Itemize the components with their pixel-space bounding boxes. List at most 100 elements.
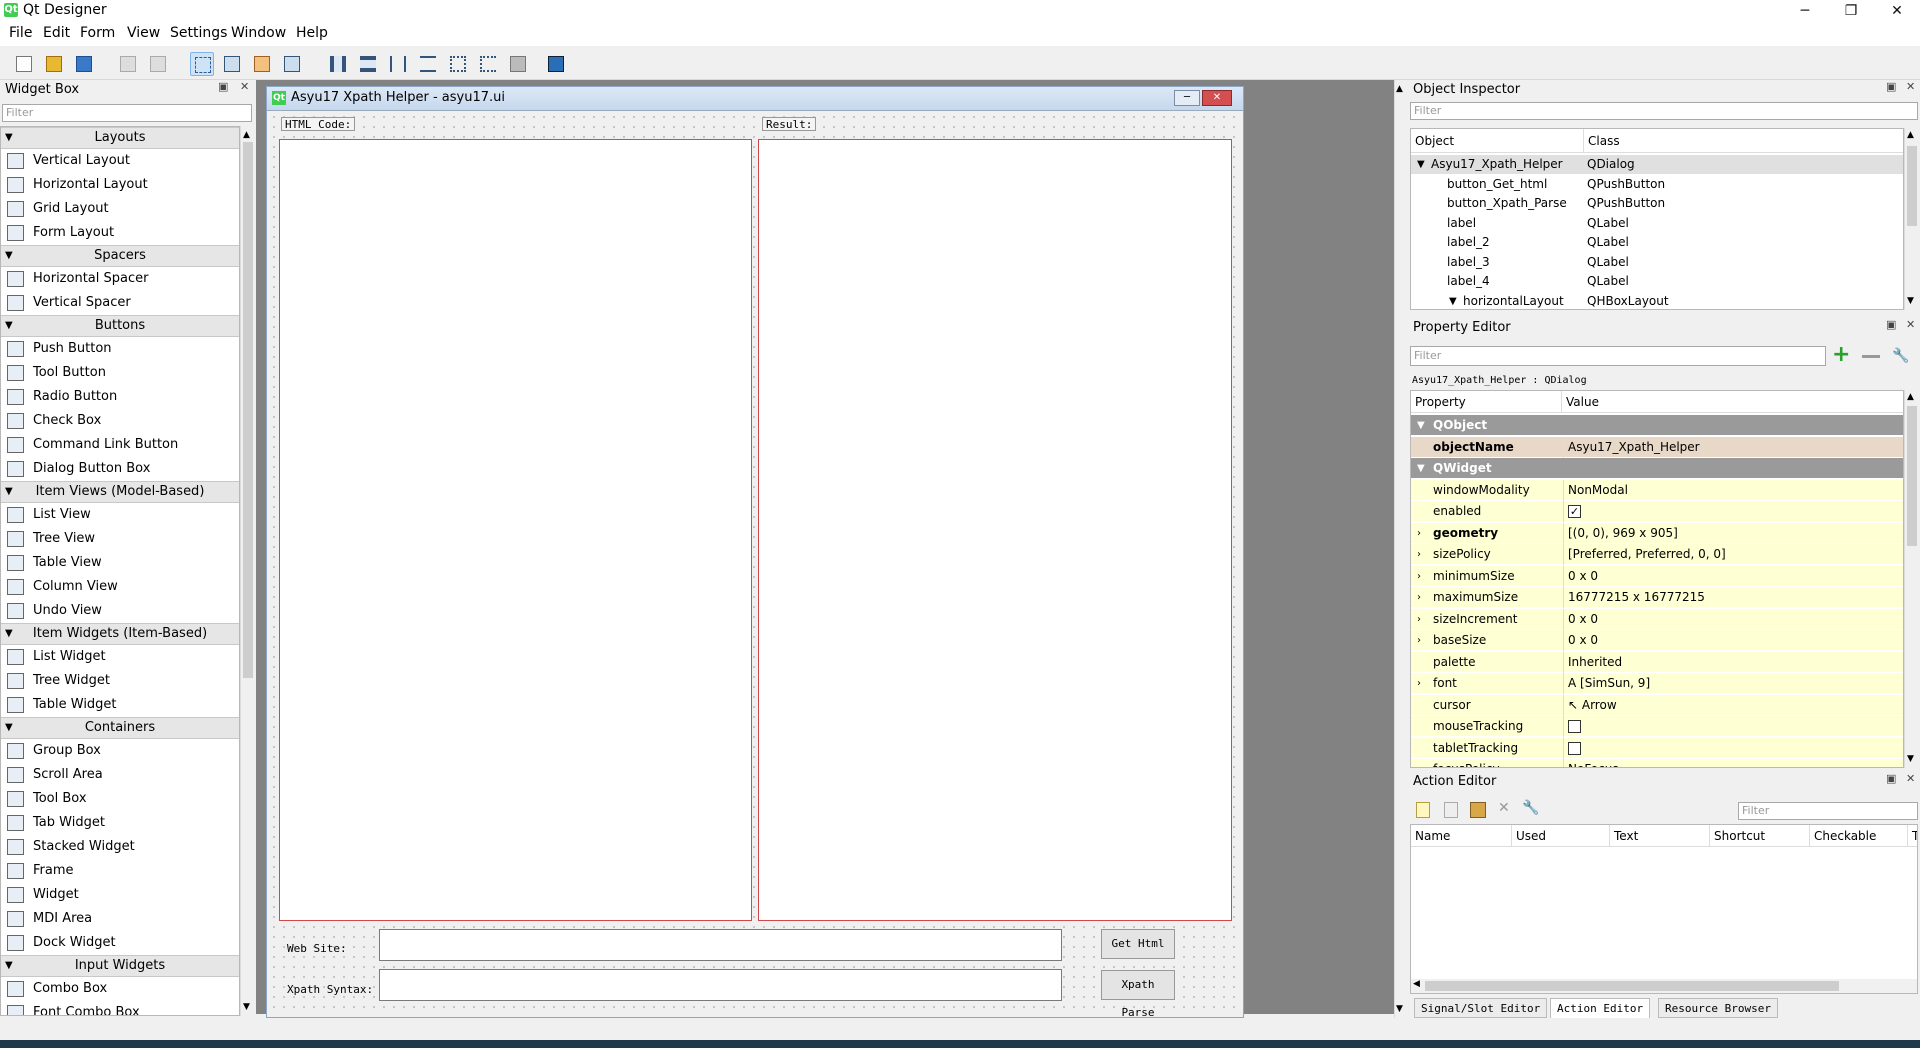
property-value[interactable]: A [SimSun, 9] xyxy=(1563,673,1650,694)
widget-item[interactable]: Widget xyxy=(1,883,239,907)
object-inspector-filter[interactable]: Filter xyxy=(1410,102,1918,120)
widget-item[interactable]: Column View xyxy=(1,575,239,599)
property-section[interactable]: ▼ QObject xyxy=(1411,415,1903,436)
col-shortcut[interactable]: Shortcut xyxy=(1709,825,1765,847)
widget-item[interactable]: Group Box xyxy=(1,739,239,763)
col-property[interactable]: Property xyxy=(1415,391,1466,413)
property-row[interactable]: › geometry [(0, 0), 969 x 905] xyxy=(1411,522,1903,544)
scroll-up-icon[interactable]: ▲ xyxy=(1396,84,1403,94)
close-icon[interactable]: ✕ xyxy=(240,80,249,93)
widget-item[interactable]: Table View xyxy=(1,551,239,575)
widget-item[interactable]: Tool Box xyxy=(1,787,239,811)
property-section[interactable]: ▼ QWidget xyxy=(1411,458,1903,479)
widget-item[interactable]: Scroll Area xyxy=(1,763,239,787)
widget-item[interactable]: Font Combo Box xyxy=(1,1001,239,1015)
float-icon[interactable]: ▣ xyxy=(218,80,228,93)
edit-widgets-icon[interactable] xyxy=(190,52,214,76)
menu-edit[interactable]: Edit xyxy=(43,25,70,41)
layout-vertical-splitter-icon[interactable] xyxy=(416,52,440,76)
tab-resource-browser[interactable]: Resource Browser xyxy=(1658,998,1778,1018)
property-checkbox[interactable] xyxy=(1568,741,1581,755)
chevron-down-icon[interactable]: ▼ xyxy=(1417,458,1425,479)
col-class[interactable]: Class xyxy=(1583,129,1620,153)
float-icon[interactable]: ▣ xyxy=(1886,318,1896,331)
form-minimize-button[interactable]: ─ xyxy=(1174,90,1200,106)
col-checkable[interactable]: Checkable xyxy=(1809,825,1876,847)
chevron-down-icon[interactable]: ▼ xyxy=(1417,155,1425,174)
website-input[interactable] xyxy=(379,929,1062,961)
scroll-down-icon[interactable]: ▼ xyxy=(1396,1004,1403,1014)
property-row[interactable]: mouseTracking xyxy=(1411,716,1903,737)
property-checkbox[interactable] xyxy=(1568,720,1581,733)
object-tree-row[interactable]: button_Xpath_Parse QPushButton xyxy=(1411,194,1903,213)
scroll-down-icon[interactable]: ▼ xyxy=(1907,296,1914,306)
close-icon[interactable]: ✕ xyxy=(1906,318,1915,331)
scroll-up-icon[interactable]: ▲ xyxy=(1907,392,1914,402)
object-tree-row[interactable]: label QLabel xyxy=(1411,214,1903,233)
col-tooltip[interactable]: T xyxy=(1907,825,1917,847)
widget-item[interactable]: Tab Widget xyxy=(1,811,239,835)
action-hscrollbar[interactable]: ◀ xyxy=(1411,979,1917,993)
chevron-right-icon[interactable]: › xyxy=(1417,587,1421,608)
scroll-thumb[interactable] xyxy=(1425,981,1839,991)
object-tree-row[interactable]: label_3 QLabel xyxy=(1411,253,1903,272)
scroll-thumb[interactable] xyxy=(243,142,253,678)
canvas-scrollbar[interactable]: ▲ ▼ xyxy=(1394,80,1406,1018)
layout-horizontal-splitter-icon[interactable] xyxy=(386,52,410,76)
configure-icon[interactable]: 🔧 xyxy=(1522,800,1539,816)
property-row[interactable]: › minimumSize 0 x 0 xyxy=(1411,565,1903,587)
action-filter[interactable]: Filter xyxy=(1738,802,1918,820)
widget-box-filter[interactable]: Filter xyxy=(2,104,252,122)
property-row[interactable]: › maximumSize 16777215 x 16777215 xyxy=(1411,587,1903,608)
chevron-down-icon[interactable]: ▼ xyxy=(1449,292,1457,311)
widget-item[interactable]: Radio Button xyxy=(1,385,239,409)
chevron-right-icon[interactable]: › xyxy=(1417,566,1421,587)
widget-category[interactable]: ▼ Spacers xyxy=(1,245,239,267)
bring-to-front-icon[interactable] xyxy=(146,52,170,76)
paste-action-icon[interactable] xyxy=(1470,802,1486,818)
form-close-button[interactable]: ✕ xyxy=(1202,90,1232,106)
edit-tab-order-icon[interactable] xyxy=(280,52,304,76)
property-row[interactable]: › sizePolicy [Preferred, Preferred, 0, 0] xyxy=(1411,544,1903,565)
widget-item[interactable]: Vertical Spacer xyxy=(1,291,239,315)
widget-item[interactable]: Tool Button xyxy=(1,361,239,385)
adjust-size-icon[interactable] xyxy=(544,52,568,76)
widget-category[interactable]: ▼ Buttons xyxy=(1,315,239,337)
widget-item[interactable]: Vertical Layout xyxy=(1,149,239,173)
object-tree-row[interactable]: ▼ Asyu17_Xpath_Helper QDialog xyxy=(1411,155,1903,174)
chevron-right-icon[interactable]: › xyxy=(1417,544,1421,565)
widget-item[interactable]: Tree View xyxy=(1,527,239,551)
widget-item[interactable]: List Widget xyxy=(1,645,239,669)
widget-category[interactable]: ▼ Item Widgets (Item-Based) xyxy=(1,623,239,645)
widget-item[interactable]: Stacked Widget xyxy=(1,835,239,859)
property-value[interactable]: 0 x 0 xyxy=(1563,608,1598,630)
chevron-right-icon[interactable]: › xyxy=(1417,523,1421,544)
widget-item[interactable]: Horizontal Spacer xyxy=(1,267,239,291)
widget-item[interactable]: Frame xyxy=(1,859,239,883)
chevron-down-icon[interactable]: ▼ xyxy=(1417,415,1425,436)
property-value[interactable]: 0 x 0 xyxy=(1563,565,1598,587)
property-row[interactable]: › baseSize 0 x 0 xyxy=(1411,630,1903,651)
menu-settings[interactable]: Settings xyxy=(170,25,227,41)
property-value[interactable]: NoFocus xyxy=(1563,759,1619,767)
scroll-up-icon[interactable]: ▲ xyxy=(243,130,250,140)
property-value[interactable]: Inherited xyxy=(1563,651,1622,673)
property-value[interactable]: [Preferred, Preferred, 0, 0] xyxy=(1563,544,1726,565)
xpath-parse-button[interactable]: Xpath Parse xyxy=(1101,970,1175,1019)
property-row[interactable]: palette Inherited xyxy=(1411,651,1903,673)
widget-item[interactable]: Undo View xyxy=(1,599,239,623)
widget-item[interactable]: Push Button xyxy=(1,337,239,361)
col-object[interactable]: Object xyxy=(1415,129,1454,153)
menu-view[interactable]: View xyxy=(127,25,160,41)
property-row[interactable]: enabled ✓ xyxy=(1411,501,1903,522)
layout-grid-icon[interactable] xyxy=(446,52,470,76)
chevron-right-icon[interactable]: › xyxy=(1417,630,1421,651)
xpath-input[interactable] xyxy=(379,969,1062,1001)
minimize-button[interactable]: ─ xyxy=(1782,0,1828,22)
close-button[interactable]: ✕ xyxy=(1874,0,1920,22)
widget-item[interactable]: Form Layout xyxy=(1,221,239,245)
tab-action-editor[interactable]: Action Editor xyxy=(1550,998,1651,1018)
layout-horizontally-icon[interactable] xyxy=(326,52,350,76)
property-value[interactable]: NonModal xyxy=(1563,479,1628,501)
property-value[interactable]: [(0, 0), 969 x 905] xyxy=(1563,522,1678,544)
